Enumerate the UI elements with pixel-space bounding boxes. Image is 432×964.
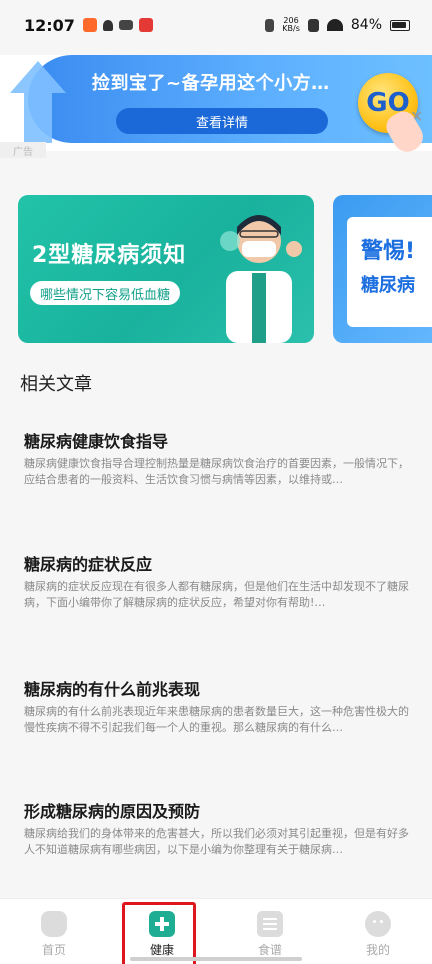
nav-label-recipes: 食谱 <box>257 943 282 957</box>
status-bar: 12:07 206 KB/s 84% <box>0 0 432 50</box>
vibrate-icon <box>265 18 275 32</box>
sim-icon <box>307 18 319 32</box>
article-item[interactable]: 糖尿病的有什么前兆表现 糖尿病的有什么前兆表现近年来患糖尿病的患者数量巨大，这一… <box>0 676 432 746</box>
profile-face-icon <box>365 911 391 937</box>
nav-item-recipes[interactable]: 食谱 <box>216 899 324 964</box>
ad-title: 捡到宝了~备孕用这个小方… <box>92 73 330 94</box>
ad-details-button[interactable]: 查看详情 <box>116 108 328 134</box>
nav-label-home: 首页 <box>41 943 66 957</box>
ad-arrow-icon <box>10 61 66 143</box>
related-articles-heading: 相关文章 <box>20 374 92 395</box>
banner-card-subtitle-2: 糖尿病 <box>361 275 415 296</box>
nav-item-home[interactable]: 首页 <box>0 899 108 964</box>
network-speed-unit: KB/s <box>282 24 300 33</box>
battery-percent: 84% <box>350 17 382 33</box>
app-badge-icon <box>138 18 153 32</box>
medical-kit-icon <box>149 911 175 937</box>
bell-icon <box>102 19 113 31</box>
recipe-list-icon <box>257 911 283 937</box>
article-title: 糖尿病健康饮食指导 <box>24 432 169 451</box>
status-time: 12:07 <box>24 15 75 35</box>
article-description: 糖尿病的有什么前兆表现近年来患糖尿病的患者数量巨大，这一种危害性极大的慢性疾病不… <box>24 705 409 734</box>
article-item[interactable]: 糖尿病的症状反应 糖尿病的症状反应现在有很多人都有糖尿病，但是他们在生活中却发现… <box>0 551 432 621</box>
nav-label-health: 健康 <box>149 943 174 957</box>
ad-banner[interactable]: 捡到宝了~备孕用这个小方… 查看详情 GO ✕ <box>0 55 432 151</box>
article-item[interactable]: 形成糖尿病的原因及预防 糖尿病给我们的身体带来的危害甚大，所以我们必须对其引起重… <box>0 798 432 868</box>
nav-item-health[interactable]: 健康 <box>108 899 216 964</box>
article-title: 糖尿病的症状反应 <box>24 555 153 574</box>
ad-label: 广告 <box>0 142 46 158</box>
article-item[interactable]: 糖尿病健康饮食指导 糖尿病健康饮食指导合理控制热量是糖尿病饮食治疗的首要因素，一… <box>0 428 432 498</box>
ad-label-text: 广告 <box>13 146 33 158</box>
doctor-illustration-icon <box>220 215 302 343</box>
wifi-icon <box>326 19 343 31</box>
article-description: 糖尿病健康饮食指导合理控制热量是糖尿病饮食治疗的首要因素，一般情况下，应结合患者… <box>24 457 409 486</box>
home-icon <box>41 911 67 937</box>
article-title: 形成糖尿病的原因及预防 <box>24 802 201 821</box>
banner-card-diabetes-type2[interactable]: 2型糖尿病须知 哪些情况下容易低血糖 <box>18 195 314 343</box>
banner-card-title: 2型糖尿病须知 <box>32 243 187 268</box>
nav-label-profile: 我的 <box>365 943 390 957</box>
article-description: 糖尿病给我们的身体带来的危害甚大，所以我们必须对其引起重视，但是有好多人不知道糖… <box>24 827 409 856</box>
bottom-navigation: 首页 健康 食谱 我的 <box>0 898 432 964</box>
home-indicator[interactable] <box>130 957 302 961</box>
battery-icon <box>390 19 410 31</box>
crown-icon <box>118 20 133 30</box>
article-description: 糖尿病的症状反应现在有很多人都有糖尿病，但是他们在生活中却发现不了糖尿病，下面小… <box>24 580 409 609</box>
banner-card-warning[interactable]: 警惕! 糖尿病 <box>333 195 432 343</box>
nav-item-profile[interactable]: 我的 <box>324 899 432 964</box>
banner-card-pill: 哪些情况下容易低血糖 <box>30 281 181 305</box>
network-speed: 206 KB/s <box>282 17 300 33</box>
article-title: 糖尿病的有什么前兆表现 <box>24 680 201 699</box>
banner-card-title-2: 警惕! <box>361 239 416 264</box>
app-notification-icon <box>82 18 97 32</box>
